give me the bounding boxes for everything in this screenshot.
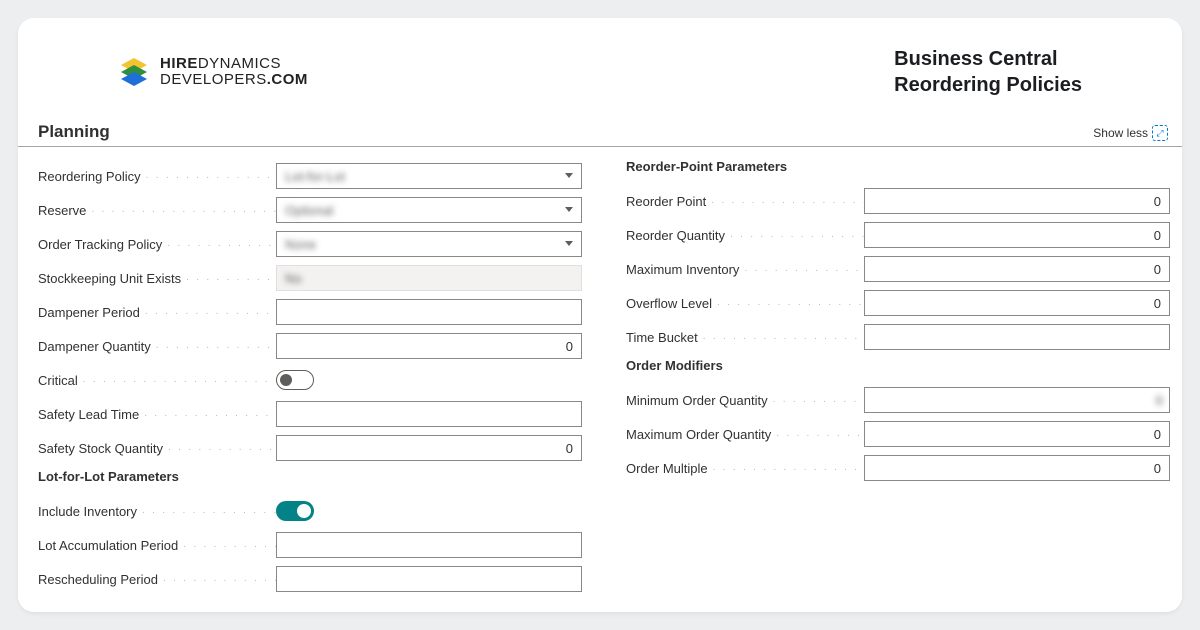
dampener-quantity-input[interactable] [276, 333, 582, 359]
order-tracking-policy-select[interactable]: None [276, 231, 582, 257]
logo: HIREDYNAMICS DEVELOPERS.COM [118, 56, 308, 89]
logo-word-developers: DEVELOPERS [160, 71, 267, 88]
reorder-point-input[interactable] [864, 188, 1170, 214]
order-modifiers-header: Order Modifiers [626, 358, 1170, 373]
lot-accumulation-period-input[interactable] [276, 532, 582, 558]
reordering-policy-value: Lot-for-Lot [285, 169, 345, 184]
reordering-policy-label: Reordering Policy [38, 169, 276, 184]
reorder-point-label: Reorder Point [626, 194, 864, 209]
safety-lead-time-input[interactable] [276, 401, 582, 427]
page-header: HIREDYNAMICS DEVELOPERS.COM Business Cen… [18, 18, 1182, 118]
dampener-period-input[interactable] [276, 299, 582, 325]
logo-word-dynamics: DYNAMICS [198, 55, 281, 72]
stockkeeping-unit-exists-value: No [285, 271, 302, 286]
reorder-quantity-input[interactable] [864, 222, 1170, 248]
dampener-period-label: Dampener Period [38, 305, 276, 320]
left-column: Reordering Policy Lot-for-Lot Reserve Op… [38, 159, 582, 596]
right-column: Reorder-Point Parameters Reorder Point R… [626, 159, 1170, 596]
logo-word-com: .COM [267, 71, 308, 88]
show-less-button[interactable]: Show less ⤢ [1093, 125, 1168, 141]
overflow-level-label: Overflow Level [626, 296, 864, 311]
page-title-line2: Reordering Policies [894, 72, 1082, 98]
focus-mode-icon[interactable]: ⤢ [1152, 125, 1168, 141]
planning-panel: Planning Show less ⤢ Reordering Policy L… [18, 118, 1182, 612]
reserve-label: Reserve [38, 203, 276, 218]
reorder-point-parameters-header: Reorder-Point Parameters [626, 159, 1170, 174]
time-bucket-label: Time Bucket [626, 330, 864, 345]
safety-lead-time-label: Safety Lead Time [38, 407, 276, 422]
reordering-policy-select[interactable]: Lot-for-Lot [276, 163, 582, 189]
reserve-value: Optional [285, 203, 333, 218]
overflow-level-input[interactable] [864, 290, 1170, 316]
order-multiple-input[interactable] [864, 455, 1170, 481]
rescheduling-period-input[interactable] [276, 566, 582, 592]
safety-stock-quantity-input[interactable] [276, 435, 582, 461]
maximum-order-quantity-input[interactable] [864, 421, 1170, 447]
critical-toggle[interactable] [276, 370, 314, 390]
reserve-select[interactable]: Optional [276, 197, 582, 223]
logo-word-hire: HIRE [160, 55, 198, 72]
minimum-order-quantity-input[interactable]: 0 [864, 387, 1170, 413]
stockkeeping-unit-exists-field: No [276, 265, 582, 291]
page-title-line1: Business Central [894, 46, 1082, 72]
maximum-inventory-input[interactable] [864, 256, 1170, 282]
safety-stock-quantity-label: Safety Stock Quantity [38, 441, 276, 456]
order-tracking-policy-value: None [285, 237, 316, 252]
panel-title: Planning [38, 122, 110, 142]
minimum-order-quantity-value: 0 [1156, 393, 1163, 408]
maximum-inventory-label: Maximum Inventory [626, 262, 864, 277]
minimum-order-quantity-label: Minimum Order Quantity [626, 393, 864, 408]
rescheduling-period-label: Rescheduling Period [38, 572, 276, 587]
order-tracking-policy-label: Order Tracking Policy [38, 237, 276, 252]
logo-text: HIREDYNAMICS DEVELOPERS.COM [160, 56, 308, 89]
critical-label: Critical [38, 373, 276, 388]
include-inventory-toggle[interactable] [276, 501, 314, 521]
page-title: Business Central Reordering Policies [894, 46, 1082, 98]
show-less-label: Show less [1093, 126, 1148, 140]
order-multiple-label: Order Multiple [626, 461, 864, 476]
lot-accumulation-period-label: Lot Accumulation Period [38, 538, 276, 553]
maximum-order-quantity-label: Maximum Order Quantity [626, 427, 864, 442]
lot-for-lot-header: Lot-for-Lot Parameters [38, 469, 582, 484]
panel-header: Planning Show less ⤢ [18, 118, 1182, 147]
stockkeeping-unit-exists-label: Stockkeeping Unit Exists [38, 271, 276, 286]
logo-icon [118, 56, 150, 88]
reorder-quantity-label: Reorder Quantity [626, 228, 864, 243]
include-inventory-label: Include Inventory [38, 504, 276, 519]
dampener-quantity-label: Dampener Quantity [38, 339, 276, 354]
time-bucket-input[interactable] [864, 324, 1170, 350]
